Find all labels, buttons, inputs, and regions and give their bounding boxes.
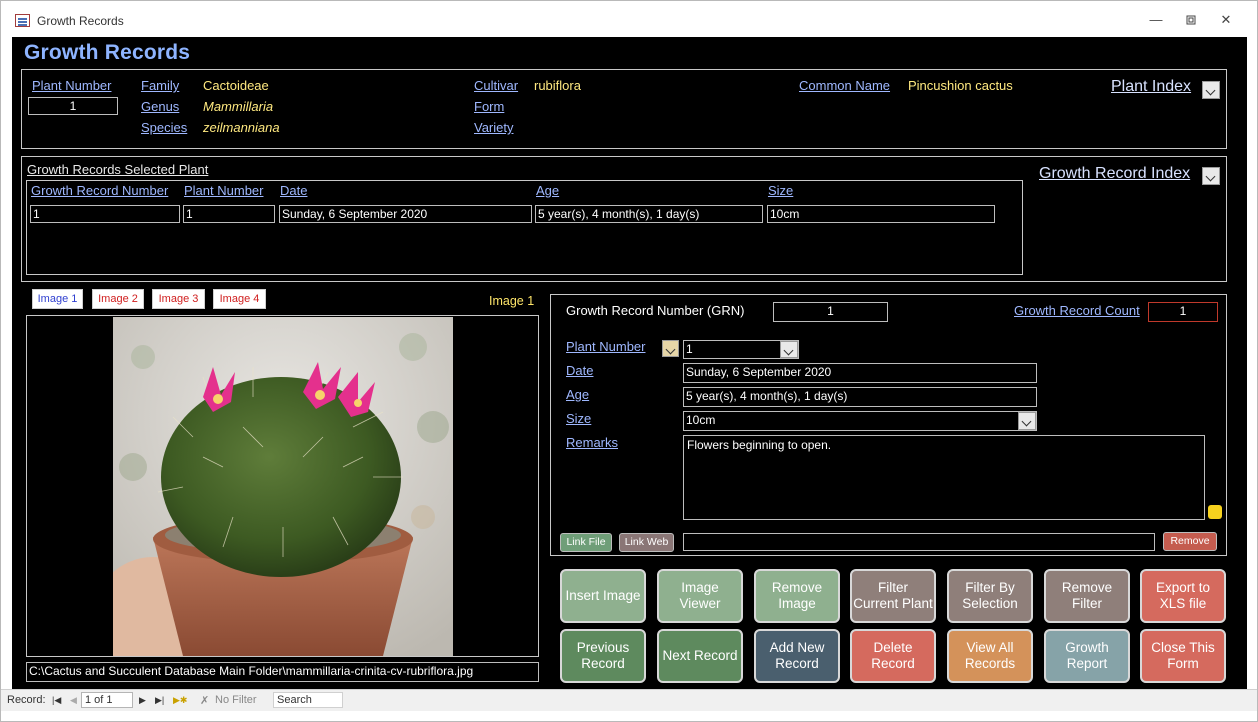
next-record-icon[interactable]: ▶ bbox=[139, 695, 146, 706]
column-header[interactable]: Date bbox=[280, 183, 307, 198]
remove-filter-button[interactable]: Remove Filter bbox=[1044, 569, 1130, 623]
image-tab-2[interactable]: Image 2 bbox=[92, 289, 144, 309]
plant-number-dropdown[interactable] bbox=[780, 341, 798, 358]
image-frame bbox=[26, 315, 539, 657]
plant-number-field[interactable]: 1 bbox=[28, 97, 118, 115]
cultivar-value: rubiflora bbox=[534, 78, 581, 93]
form-label[interactable]: Form bbox=[474, 99, 504, 114]
view-all-records-button[interactable]: View All Records bbox=[947, 629, 1033, 683]
export-xls-button[interactable]: Export to XLS file bbox=[1140, 569, 1226, 623]
plant-number-lookup-icon[interactable] bbox=[662, 340, 679, 357]
link-path-field[interactable] bbox=[683, 533, 1155, 551]
family-label[interactable]: Family bbox=[141, 78, 179, 93]
plant-index-label[interactable]: Plant Index bbox=[1111, 78, 1191, 96]
genus-value: Mammillaria bbox=[203, 99, 274, 114]
table-cell[interactable]: 10cm bbox=[767, 205, 995, 223]
column-header[interactable]: Age bbox=[536, 183, 559, 198]
window-title: Growth Records bbox=[37, 14, 124, 28]
growth-records-form: Growth Records Plant Number 1 Family Cac… bbox=[12, 37, 1247, 689]
image-tab-3[interactable]: Image 3 bbox=[152, 289, 205, 309]
grn-label: Growth Record Number (GRN) bbox=[566, 303, 745, 318]
cultivar-label[interactable]: Cultivar bbox=[474, 78, 518, 93]
record-detail-panel: Growth Record Number (GRN) 1 Growth Reco… bbox=[550, 294, 1227, 556]
delete-record-button[interactable]: Delete Record bbox=[850, 629, 936, 683]
restore-icon[interactable] bbox=[1183, 12, 1199, 28]
selected-plant-heading: Growth Records Selected Plant bbox=[27, 162, 209, 177]
family-value: Cactoideae bbox=[203, 78, 269, 93]
growth-record-index-label[interactable]: Growth Record Index bbox=[1039, 165, 1190, 183]
remove-image-button[interactable]: Remove Image bbox=[754, 569, 840, 623]
previous-record-button[interactable]: Previous Record bbox=[560, 629, 646, 683]
record-navigation-bar: Record: |◀ ◀ 1 of 1 ▶ ▶| ▶✱ ✗ No Filter … bbox=[1, 689, 1257, 711]
search-input[interactable]: Search bbox=[273, 692, 343, 708]
next-record-button[interactable]: Next Record bbox=[657, 629, 743, 683]
table-cell[interactable]: Sunday, 6 September 2020 bbox=[279, 205, 532, 223]
age-field[interactable]: 5 year(s), 4 month(s), 1 day(s) bbox=[683, 387, 1037, 407]
close-form-button[interactable]: Close This Form bbox=[1140, 629, 1226, 683]
remarks-label[interactable]: Remarks bbox=[566, 435, 618, 450]
no-filter-indicator[interactable]: No Filter bbox=[215, 694, 257, 706]
common-name-label[interactable]: Common Name bbox=[799, 78, 890, 93]
date-label[interactable]: Date bbox=[566, 363, 593, 378]
grn-field[interactable]: 1 bbox=[773, 302, 888, 322]
genus-label[interactable]: Genus bbox=[141, 99, 179, 114]
link-file-button[interactable]: Link File bbox=[560, 533, 612, 552]
plant-index-dropdown[interactable] bbox=[1202, 81, 1220, 99]
insert-image-button[interactable]: Insert Image bbox=[560, 569, 646, 623]
column-header[interactable]: Size bbox=[768, 183, 793, 198]
growth-report-button[interactable]: Growth Report bbox=[1044, 629, 1130, 683]
first-record-icon[interactable]: |◀ bbox=[52, 695, 61, 706]
minimize-icon[interactable]: — bbox=[1148, 12, 1164, 28]
current-image-label: Image 1 bbox=[489, 294, 535, 308]
access-window: Growth Records — ✕ Growth Records Plant … bbox=[0, 0, 1258, 722]
add-new-record-button[interactable]: Add New Record bbox=[754, 629, 840, 683]
form-icon bbox=[15, 14, 30, 27]
plant-photo bbox=[113, 317, 453, 656]
plant-info-panel: Plant Number 1 Family Cactoideae Genus M… bbox=[21, 69, 1227, 149]
last-record-icon[interactable]: ▶| bbox=[155, 695, 164, 706]
new-record-icon[interactable]: ▶✱ bbox=[173, 695, 187, 706]
record-position-field[interactable]: 1 of 1 bbox=[81, 692, 133, 708]
record-label: Record: bbox=[7, 694, 46, 706]
plant-number-label[interactable]: Plant Number bbox=[32, 78, 111, 93]
close-icon[interactable]: ✕ bbox=[1218, 12, 1234, 28]
species-label[interactable]: Species bbox=[141, 120, 187, 135]
image-tab-1[interactable]: Image 1 bbox=[32, 289, 83, 309]
selected-plant-panel: Growth Records Selected Plant Growth Rec… bbox=[21, 156, 1227, 282]
date-field[interactable]: Sunday, 6 September 2020 bbox=[683, 363, 1037, 383]
size-dropdown[interactable] bbox=[1018, 412, 1036, 430]
species-value: zeilmanniana bbox=[203, 120, 280, 135]
filter-icon[interactable]: ✗ bbox=[200, 694, 209, 707]
growth-record-count-field: 1 bbox=[1148, 302, 1218, 322]
age-label[interactable]: Age bbox=[566, 387, 589, 402]
common-name-value: Pincushion cactus bbox=[908, 78, 1013, 93]
table-cell[interactable]: 1 bbox=[30, 205, 180, 223]
variety-label[interactable]: Variety bbox=[474, 120, 514, 135]
table-cell[interactable]: 5 year(s), 4 month(s), 1 day(s) bbox=[535, 205, 763, 223]
column-header[interactable]: Growth Record Number bbox=[31, 183, 168, 198]
note-icon[interactable] bbox=[1208, 505, 1222, 519]
table-cell[interactable]: 1 bbox=[183, 205, 275, 223]
link-web-button[interactable]: Link Web bbox=[619, 533, 674, 552]
filter-by-selection-button[interactable]: Filter By Selection bbox=[947, 569, 1033, 623]
growth-record-count-label[interactable]: Growth Record Count bbox=[1014, 303, 1140, 318]
detail-plant-number-label[interactable]: Plant Number bbox=[566, 339, 645, 354]
image-path-field[interactable]: C:\Cactus and Succulent Database Main Fo… bbox=[26, 662, 539, 682]
remove-link-button[interactable]: Remove bbox=[1163, 532, 1217, 551]
previous-record-icon[interactable]: ◀ bbox=[70, 695, 77, 706]
filter-current-plant-button[interactable]: Filter Current Plant bbox=[850, 569, 936, 623]
form-title: Growth Records bbox=[24, 41, 191, 64]
title-bar: Growth Records — ✕ bbox=[1, 1, 1257, 37]
remarks-field[interactable]: Flowers beginning to open. bbox=[683, 435, 1205, 520]
column-header[interactable]: Plant Number bbox=[184, 183, 263, 198]
records-table: Growth Record Number Plant Number Date A… bbox=[26, 180, 1023, 275]
growth-record-index-dropdown[interactable] bbox=[1202, 167, 1220, 185]
image-viewer-button[interactable]: Image Viewer bbox=[657, 569, 743, 623]
size-combo[interactable]: 10cm bbox=[683, 411, 1037, 431]
image-tab-4[interactable]: Image 4 bbox=[213, 289, 266, 309]
size-label[interactable]: Size bbox=[566, 411, 591, 426]
